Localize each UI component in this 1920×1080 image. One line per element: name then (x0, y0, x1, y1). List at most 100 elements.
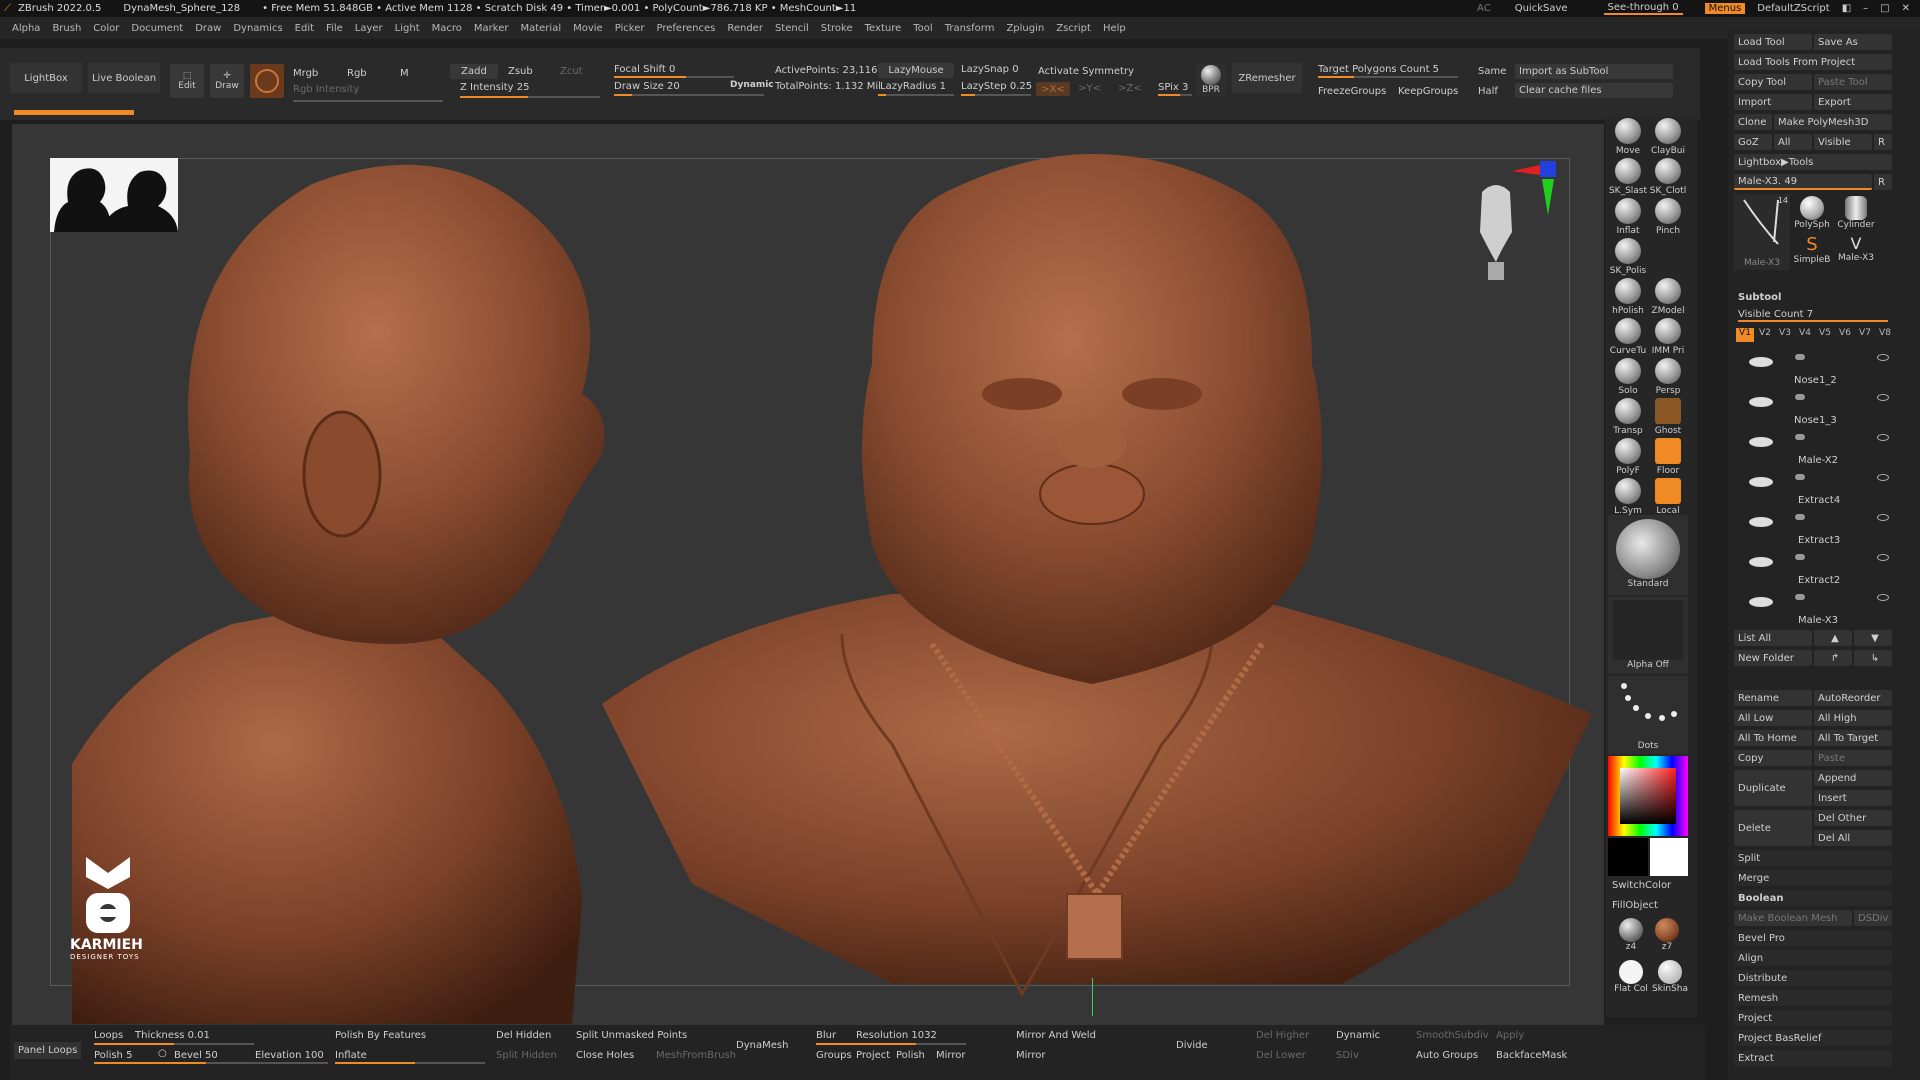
panel-loops-button[interactable]: Panel Loops (14, 1042, 82, 1059)
menu-item-document[interactable]: Document (131, 23, 183, 34)
shelf-button-imm-pri[interactable]: IMM Pri (1648, 318, 1688, 356)
shelf-button-solo[interactable]: Solo (1608, 358, 1648, 396)
zcut-button[interactable]: Zcut (560, 66, 583, 77)
make-boolean-mesh-button[interactable]: Make Boolean Mesh (1734, 910, 1852, 926)
shelf-button-polyf[interactable]: PolyF (1608, 438, 1648, 476)
version-tab-v6[interactable]: V6 (1836, 328, 1854, 342)
dynamesh-button[interactable]: DynaMesh (736, 1040, 788, 1051)
mirror-toggle[interactable]: Mirror (936, 1050, 965, 1061)
distribute-menu[interactable]: Distribute (1734, 970, 1892, 986)
export-button[interactable]: Export (1814, 94, 1892, 110)
menu-item-help[interactable]: Help (1103, 23, 1126, 34)
polish-button[interactable]: Polish (896, 1050, 925, 1061)
tool-thumb-simplebrush[interactable]: S SimpleB (1792, 234, 1832, 272)
subtool-item-extract3[interactable]: Extract3 (1798, 535, 1840, 546)
subtool-thumbnail-icon[interactable] (1746, 390, 1776, 410)
subtool-thumbnail-icon[interactable] (1746, 510, 1776, 530)
copy-tool-button[interactable]: Copy Tool (1734, 74, 1812, 90)
all-to-target-button[interactable]: All To Target (1814, 730, 1892, 746)
clone-button[interactable]: Clone (1734, 114, 1772, 130)
visibility-eye-icon[interactable] (1877, 434, 1889, 441)
minimize-icon[interactable]: – (1863, 3, 1868, 14)
menu-item-zscript[interactable]: Zscript (1056, 23, 1091, 34)
subtool-item-extract4[interactable]: Extract4 (1798, 495, 1840, 506)
shelf-button-persp[interactable]: Persp (1648, 358, 1688, 396)
subtool-toggle-icon[interactable] (1795, 354, 1805, 360)
subtool-toggle-icon[interactable] (1795, 594, 1805, 600)
shelf-button-zmodel[interactable]: ZModel (1648, 278, 1688, 316)
rgb-button[interactable]: Rgb (347, 68, 367, 79)
visibility-eye-icon[interactable] (1877, 354, 1889, 361)
layout-icon[interactable]: ◧ (1842, 3, 1851, 14)
visibility-eye-icon[interactable] (1877, 514, 1889, 521)
axis-gizmo-icon[interactable] (1510, 155, 1570, 215)
shelf-button-local[interactable]: Local (1648, 478, 1688, 516)
lazystep-slider[interactable]: LazyStep 0.25 (961, 81, 1032, 92)
menu-item-render[interactable]: Render (727, 23, 763, 34)
del-other-button[interactable]: Del Other (1814, 810, 1892, 826)
visibility-eye-icon[interactable] (1877, 394, 1889, 401)
paste-tool-button[interactable]: Paste Tool (1814, 74, 1892, 90)
maximize-icon[interactable]: □ (1880, 3, 1889, 14)
tool-thumb-male-x3[interactable]: V Male-X3 (1834, 234, 1878, 272)
del-hidden-button[interactable]: Del Hidden (496, 1030, 551, 1041)
sculpt-render[interactable] (12, 124, 1604, 1028)
skinshade-material-button[interactable]: SkinSha (1650, 960, 1690, 1000)
z-intensity-track[interactable] (460, 96, 600, 98)
auto-groups-button[interactable]: Auto Groups (1416, 1050, 1478, 1061)
shelf-button-claybui[interactable]: ClayBui (1648, 118, 1688, 156)
flat-color-material-button[interactable]: Flat Col (1612, 960, 1650, 1000)
menu-item-edit[interactable]: Edit (295, 23, 314, 34)
dynamic-toggle[interactable]: Dynamic (730, 80, 774, 90)
import-button[interactable]: Import (1734, 94, 1812, 110)
menu-item-transform[interactable]: Transform (945, 23, 995, 34)
subtool-item-male-x2[interactable]: Male-X2 (1798, 455, 1838, 466)
extract-menu[interactable]: Extract (1734, 1050, 1892, 1066)
loops-slider[interactable]: Loops (94, 1030, 123, 1041)
delete-button[interactable]: Delete (1734, 810, 1812, 846)
divide-button[interactable]: Divide (1176, 1040, 1208, 1051)
bevel-slider[interactable]: Bevel 50 (174, 1050, 218, 1061)
tool-thumb-cylinder[interactable]: Cylinder (1834, 194, 1878, 234)
standard-brush-button[interactable]: Standard (1608, 515, 1688, 595)
shelf-button-floor[interactable]: Floor (1648, 438, 1688, 476)
menu-item-dynamics[interactable]: Dynamics (233, 23, 282, 34)
thickness-track[interactable] (94, 1043, 254, 1045)
split-hidden-button[interactable]: Split Hidden (496, 1050, 557, 1061)
version-tab-v8[interactable]: V8 (1876, 328, 1894, 342)
del-higher-button[interactable]: Del Higher (1256, 1030, 1309, 1041)
menu-item-layer[interactable]: Layer (355, 23, 383, 34)
version-tab-v1[interactable]: V1 (1736, 328, 1754, 342)
lazyradius-track[interactable] (878, 94, 954, 96)
z7-material-button[interactable]: z7 (1652, 918, 1682, 958)
menu-item-stencil[interactable]: Stencil (775, 23, 809, 34)
dynamic-subdiv-button[interactable]: Dynamic (1336, 1030, 1380, 1041)
subtool-item-nose1-3[interactable]: Nose1_3 (1794, 415, 1837, 426)
shelf-button-sk-clotl[interactable]: SK_Clotl (1648, 158, 1688, 196)
split-unmasked-points-button[interactable]: Split Unmasked Points (576, 1030, 687, 1041)
load-tool-button[interactable]: Load Tool (1734, 34, 1812, 50)
rename-button[interactable]: Rename (1734, 690, 1812, 706)
elevation-slider[interactable]: Elevation 100 (255, 1050, 324, 1061)
lazysnap-slider[interactable]: LazySnap 0 (961, 64, 1019, 75)
mirror-and-weld-button[interactable]: Mirror And Weld (1016, 1030, 1096, 1041)
primary-color-swatch[interactable] (1608, 838, 1648, 876)
tool-thumb-polysphere[interactable]: PolySph (1792, 194, 1832, 234)
import-as-subtool-button[interactable]: Import as SubTool (1515, 64, 1673, 79)
freezegroups-button[interactable]: FreezeGroups (1318, 86, 1386, 97)
groups-button[interactable]: Groups (816, 1050, 852, 1061)
version-tab-v3[interactable]: V3 (1776, 328, 1794, 342)
all-low-button[interactable]: All Low (1734, 710, 1812, 726)
goz-all-button[interactable]: All (1774, 134, 1812, 150)
shelf-button-move[interactable]: Move (1608, 118, 1648, 156)
goz-visible-button[interactable]: Visible (1814, 134, 1872, 150)
edit-button[interactable]: ⬚ Edit (170, 64, 204, 98)
spix-track[interactable] (1158, 94, 1192, 96)
tool-r-button[interactable]: R (1874, 174, 1892, 190)
meshfrombrush-button[interactable]: MeshFromBrush (656, 1050, 736, 1061)
subtool-item-extract2[interactable]: Extract2 (1798, 575, 1840, 586)
lazystep-track[interactable] (961, 94, 1031, 96)
material-sphere-button[interactable] (250, 64, 284, 98)
tool-thumb-main[interactable]: 14 Male-X3 (1734, 194, 1790, 270)
menu-item-material[interactable]: Material (520, 23, 561, 34)
